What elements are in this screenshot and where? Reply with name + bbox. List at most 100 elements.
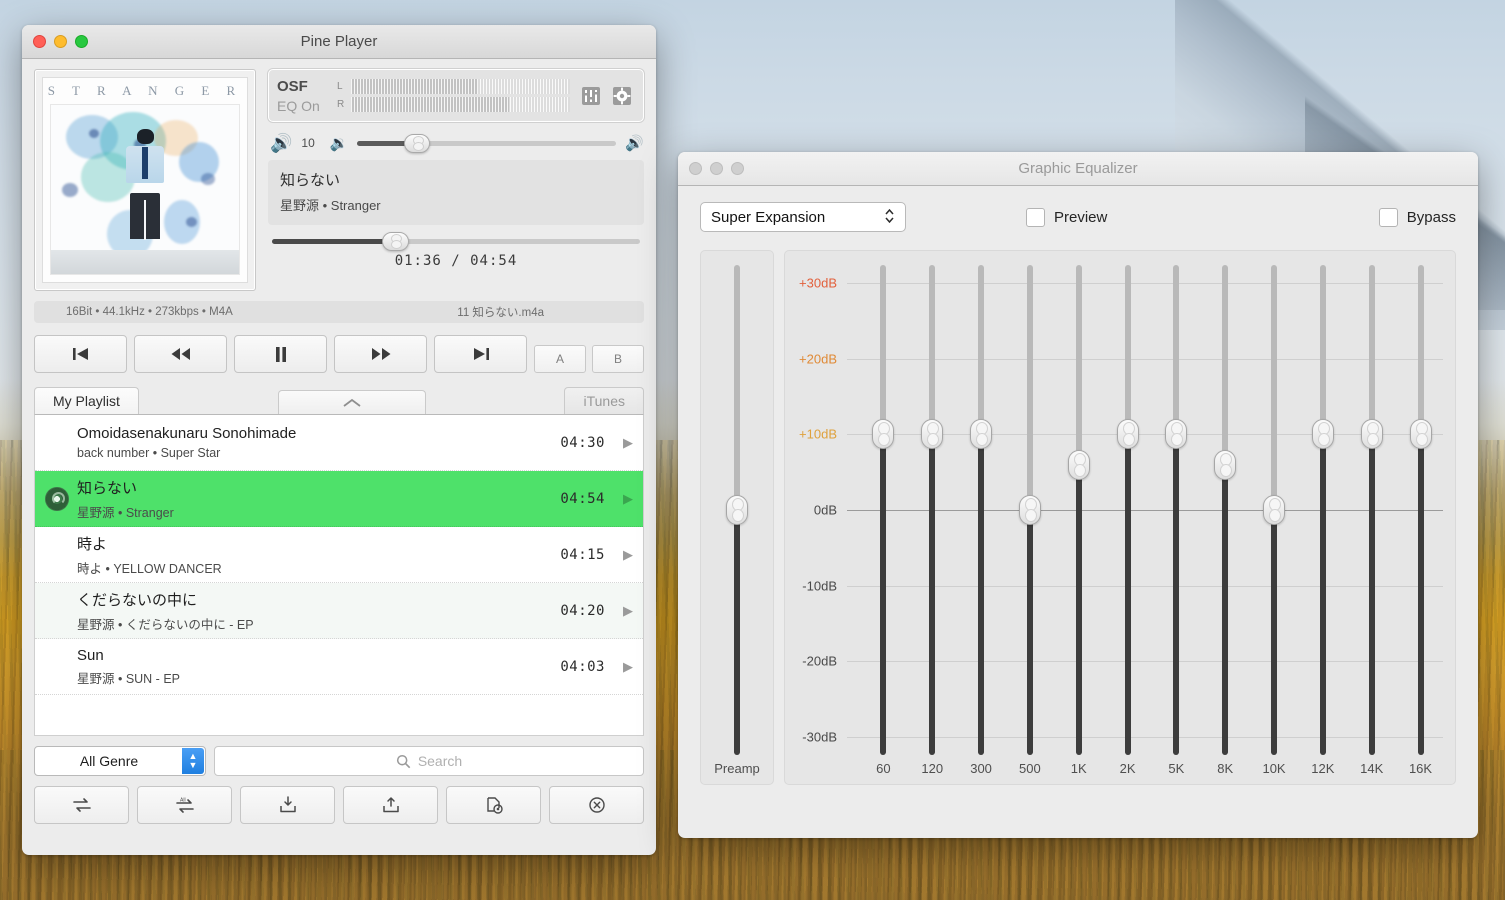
equalizer-bars-icon[interactable] [578, 83, 604, 109]
preamp-slider-knob[interactable] [726, 495, 748, 525]
chevron-up-icon[interactable] [277, 390, 426, 414]
eq-band-slider[interactable] [1298, 265, 1347, 755]
genre-select[interactable]: All Genre ▲ ▼ [34, 746, 206, 776]
speaker-minus-icon[interactable]: 🔉 [330, 136, 349, 151]
bypass-checkbox[interactable] [1378, 207, 1398, 227]
playlist-row-title: 時よ [77, 535, 108, 553]
eq-band-knob[interactable] [1165, 419, 1188, 450]
playlist-row[interactable]: Omoidasenakunaru Sonohimade back number •… [35, 415, 643, 471]
playlist-row-duration: 04:54 [560, 490, 605, 507]
preview-label: Preview [1054, 208, 1108, 226]
play-row-icon[interactable]: ▶ [619, 659, 637, 675]
eq-band-fill [929, 434, 936, 755]
eq-band-knob[interactable] [921, 419, 944, 450]
eq-band-slider[interactable] [1103, 265, 1152, 755]
eq-band-label: 12K [1311, 761, 1335, 776]
playlist-row[interactable]: 知らない 星野源 • Stranger 04:54 ▶ [35, 471, 643, 527]
album-art-frame[interactable]: S T R A N G E R [34, 69, 256, 291]
preview-checkbox[interactable] [1026, 207, 1045, 227]
repeat-button[interactable] [34, 786, 129, 824]
playlist[interactable]: Omoidasenakunaru Sonohimade back number •… [34, 414, 644, 736]
file-name: 11 知らない.m4a [457, 307, 544, 319]
eq-band-knob[interactable] [1311, 419, 1334, 450]
loop-point-b-button[interactable]: B [592, 345, 644, 373]
vu-meters: L R [337, 76, 570, 115]
equalizer-title: Graphic Equalizer [1018, 160, 1138, 177]
eq-band-slider[interactable] [908, 265, 957, 755]
playlist-row-title: 知らない [77, 479, 138, 497]
search-placeholder: Search [417, 753, 463, 769]
preview-checkbox-row[interactable]: Preview [1026, 207, 1108, 227]
tab-my-playlist[interactable]: My Playlist [34, 387, 139, 414]
album-art-image [50, 104, 240, 275]
export-button[interactable] [343, 786, 438, 824]
album-art: S T R A N G E R [42, 77, 248, 283]
format-info: 16Bit • 44.1kHz • 273kbps • M4A [66, 306, 233, 318]
search-input[interactable]: Search [214, 746, 644, 776]
eq-band-knob[interactable] [970, 419, 993, 450]
playlist-row[interactable]: Sun 星野源 • SUN - EP 04:03 ▶ [35, 639, 643, 695]
eq-band-knob[interactable] [1263, 495, 1286, 525]
fast-forward-button[interactable] [334, 335, 427, 373]
eq-band-slider[interactable] [957, 265, 1006, 755]
eq-band-slider[interactable] [1152, 265, 1201, 755]
search-icon [396, 754, 411, 768]
playlist-row-title: くだらないの中に [77, 591, 198, 609]
vu-meter-panel: OSF EQ On L R [268, 69, 644, 122]
play-row-icon[interactable]: ▶ [619, 435, 637, 451]
loop-point-a-button[interactable]: A [534, 345, 586, 373]
seek-slider[interactable] [272, 232, 640, 251]
eq-band-slider[interactable] [1250, 265, 1299, 755]
volume-slider[interactable] [357, 133, 617, 153]
eq-band-fill [1173, 434, 1180, 755]
eq-band-knob[interactable] [1360, 419, 1383, 450]
repeat-all-button[interactable]: All [137, 786, 232, 824]
import-button[interactable] [240, 786, 335, 824]
playlist-row[interactable]: くだらないの中に 星野源 • くだらないの中に - EP 04:20 ▶ [35, 583, 643, 639]
eq-band-slider[interactable] [859, 265, 908, 755]
playlist-row[interactable]: 時よ 時よ • YELLOW DANCER 04:15 ▶ [35, 527, 643, 583]
eq-band-label: 16K [1408, 761, 1433, 776]
preamp-slider[interactable] [726, 265, 748, 755]
vu-bar-left [351, 79, 570, 94]
db-axis-label: +30dB [799, 275, 837, 291]
eq-band-knob[interactable] [1018, 495, 1041, 525]
eq-band-slider[interactable] [1201, 265, 1250, 755]
db-axis-label: -30dB [802, 729, 837, 745]
rewind-button[interactable] [134, 335, 227, 373]
eq-band-knob[interactable] [1409, 419, 1432, 450]
seek-slider-knob[interactable] [382, 232, 410, 251]
eq-band-knob[interactable] [1116, 419, 1139, 450]
previous-track-button[interactable] [34, 335, 127, 373]
eq-band-slider[interactable] [1005, 265, 1054, 755]
play-row-icon[interactable]: ▶ [619, 547, 637, 563]
seek-row: 01:36 / 04:54 [268, 232, 644, 269]
play-row-icon[interactable]: ▶ [619, 603, 637, 619]
now-playing-disc-icon [45, 486, 69, 511]
bypass-checkbox-row[interactable]: Bypass [1378, 207, 1456, 227]
next-track-button[interactable] [434, 335, 527, 373]
pause-button[interactable] [234, 335, 327, 373]
stepper-up-down-icon[interactable] [884, 207, 895, 227]
play-row-icon[interactable]: ▶ [619, 491, 637, 507]
vu-left-channel-label: L [337, 81, 343, 92]
tab-itunes[interactable]: iTunes [564, 387, 644, 414]
gear-icon[interactable] [609, 83, 635, 109]
stepper-up-down-icon[interactable]: ▲ ▼ [182, 748, 204, 774]
volume-slider-knob[interactable] [404, 133, 431, 153]
playlist-row-duration: 04:20 [560, 602, 605, 619]
bypass-label: Bypass [1406, 208, 1456, 226]
eq-band-knob[interactable] [872, 419, 895, 450]
speaker-plus-icon[interactable]: 🔊 [625, 136, 644, 151]
transport-controls: A B [34, 335, 644, 373]
add-file-button[interactable] [446, 786, 541, 824]
eq-band-slider[interactable] [1396, 265, 1445, 755]
eq-band-knob[interactable] [1214, 449, 1237, 480]
eq-band-fill [978, 434, 985, 755]
eq-band-slider[interactable] [1347, 265, 1396, 755]
preset-select[interactable]: Super Expansion [700, 202, 906, 232]
equalizer-titlebar: Graphic Equalizer [678, 152, 1478, 186]
eq-band-slider[interactable] [1054, 265, 1103, 755]
clear-button[interactable] [549, 786, 644, 824]
eq-band-knob[interactable] [1067, 449, 1090, 480]
